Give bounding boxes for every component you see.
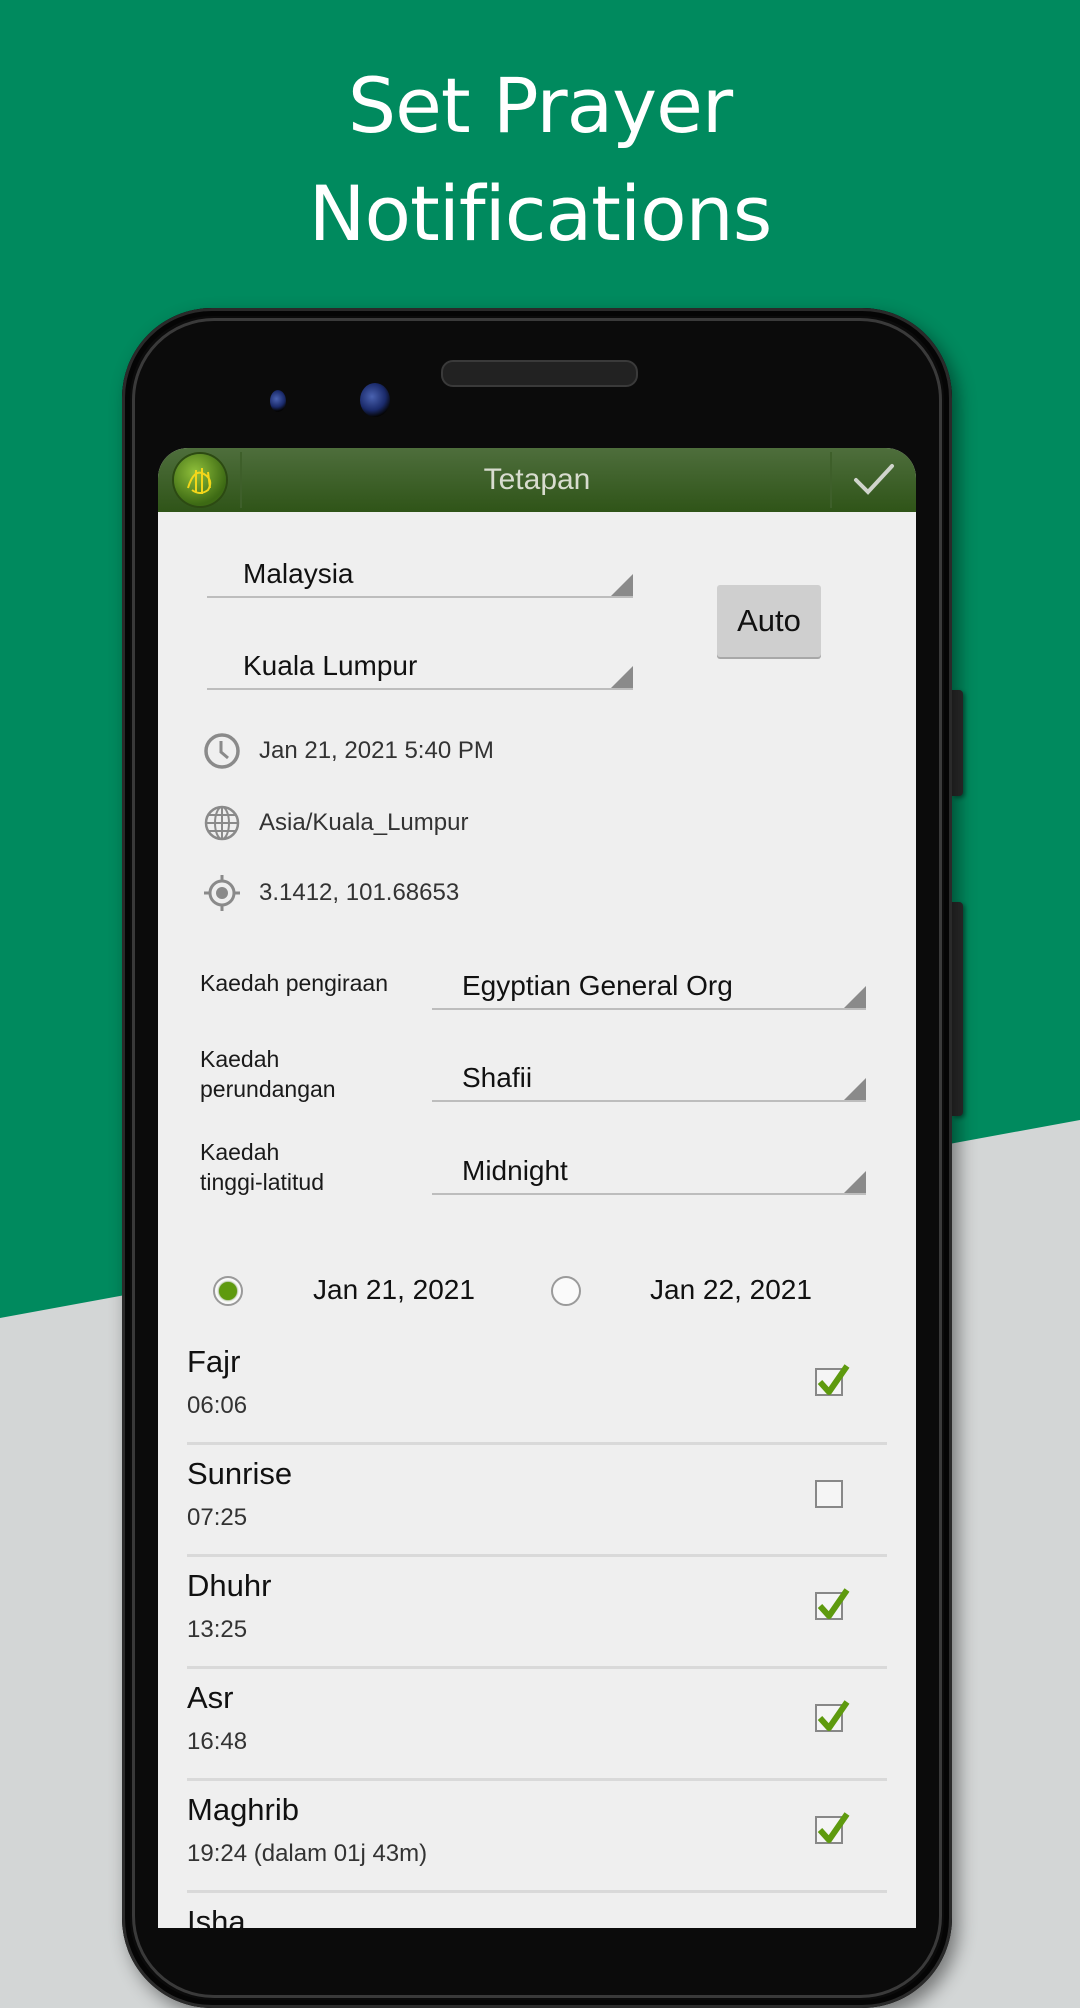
prayer-notify-checkbox[interactable] (815, 1480, 843, 1508)
clock-icon (204, 733, 240, 769)
check-icon (817, 1364, 850, 1395)
auto-location-button[interactable]: Auto (717, 585, 821, 657)
prayer-name: Asr (187, 1680, 234, 1715)
confirm-button[interactable] (836, 448, 916, 512)
juristic-method-label: Kaedah perundangan (200, 1044, 336, 1104)
prayer-name: Sunrise (187, 1456, 293, 1491)
prayer-notify-checkbox[interactable] (815, 1364, 850, 1396)
check-icon (817, 1588, 850, 1619)
phone-sensor (270, 390, 286, 412)
promo-title: Set Prayer Notifications (0, 52, 1080, 268)
location-target-icon (204, 875, 240, 911)
calc-method-value: Egyptian General Org (462, 970, 733, 1001)
phone-speaker (441, 360, 638, 387)
country-spinner[interactable]: Malaysia (207, 558, 633, 598)
calc-method-label: Kaedah pengiraan (200, 970, 388, 996)
timezone-text: Asia/Kuala_Lumpur (259, 809, 469, 836)
check-icon (817, 1700, 850, 1731)
coordinates-text: 3.1412, 101.68653 (259, 879, 460, 906)
prayer-name: Fajr (187, 1344, 241, 1379)
checkmark-icon (854, 464, 894, 495)
phone-volume-button (952, 690, 963, 796)
highlat-label-line2: tinggi-latitud (200, 1169, 325, 1195)
app-screen: Tetapan Malaysia Kuala Lumpur Auto Jan 2… (158, 448, 916, 1928)
prayer-notify-checkbox[interactable] (815, 1700, 850, 1732)
date-radio-today[interactable] (213, 1276, 243, 1306)
prayer-notify-checkbox[interactable] (815, 1588, 850, 1620)
date-label-tomorrow[interactable]: Jan 22, 2021 (650, 1274, 812, 1306)
check-icon (817, 1812, 850, 1843)
app-bar: Tetapan (158, 448, 916, 512)
prayer-row[interactable]: Isha (187, 1890, 887, 1928)
juristic-label-line2: perundangan (200, 1076, 336, 1102)
prayer-time: 07:25 (187, 1504, 248, 1531)
juristic-method-spinner[interactable]: Shafii (432, 1062, 866, 1102)
prayer-time: 19:24 (dalam 01j 43m) (187, 1840, 428, 1867)
prayer-row[interactable]: Maghrib 19:24 (dalam 01j 43m) (187, 1778, 887, 1893)
juristic-method-value: Shafii (462, 1062, 533, 1093)
dropdown-arrow-icon (844, 986, 866, 1008)
app-bar-separator-right (830, 452, 832, 508)
city-spinner[interactable]: Kuala Lumpur (207, 650, 633, 690)
dropdown-arrow-icon (611, 666, 633, 688)
phone-camera (360, 383, 390, 417)
highlat-method-label: Kaedah tinggi-latitud (200, 1137, 324, 1197)
globe-icon (204, 805, 240, 841)
app-bar-title: Tetapan (483, 463, 591, 496)
city-value: Kuala Lumpur (243, 650, 418, 681)
prayer-name: Dhuhr (187, 1568, 272, 1603)
dropdown-arrow-icon (844, 1078, 866, 1100)
date-radio-tomorrow[interactable] (551, 1276, 581, 1306)
prayer-time: 16:48 (187, 1728, 248, 1755)
date-label-today[interactable]: Jan 21, 2021 (313, 1274, 475, 1306)
country-value: Malaysia (243, 558, 354, 589)
prayer-time: 13:25 (187, 1616, 248, 1643)
datetime-text: Jan 21, 2021 5:40 PM (259, 737, 494, 764)
highlat-label-line1: Kaedah (200, 1139, 280, 1165)
highlat-method-spinner[interactable]: Midnight (432, 1155, 866, 1195)
promo-title-line1: Set Prayer (347, 61, 733, 150)
phone-power-button (952, 902, 963, 1116)
prayer-row[interactable]: Sunrise 07:25 (187, 1442, 887, 1557)
prayer-row[interactable]: Dhuhr 13:25 (187, 1554, 887, 1669)
highlat-method-value: Midnight (462, 1155, 568, 1186)
prayer-row[interactable]: Fajr 06:06 (187, 1330, 887, 1445)
juristic-label-line1: Kaedah (200, 1046, 280, 1072)
prayer-name: Isha (187, 1904, 246, 1928)
dropdown-arrow-icon (844, 1171, 866, 1193)
prayer-notify-checkbox[interactable] (815, 1812, 850, 1844)
calc-method-spinner[interactable]: Egyptian General Org (432, 970, 866, 1010)
prayer-name: Maghrib (187, 1792, 299, 1827)
dropdown-arrow-icon (611, 574, 633, 596)
promo-title-line2: Notifications (308, 169, 773, 258)
prayer-row[interactable]: Asr 16:48 (187, 1666, 887, 1781)
prayer-time: 06:06 (187, 1392, 248, 1419)
